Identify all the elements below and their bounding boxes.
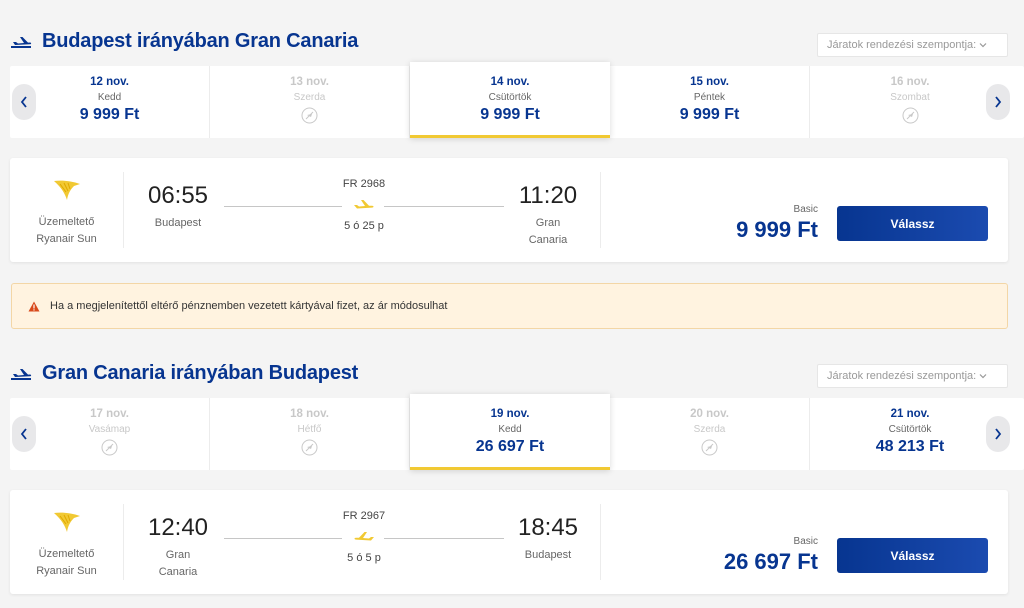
- date-label: 12 nov.: [90, 76, 129, 88]
- arrival-block: 11:20 Gran Canaria: [498, 182, 598, 249]
- select-flight-button[interactable]: Válassz: [837, 206, 988, 241]
- arrival-city: Budapest: [524, 549, 572, 561]
- inbound-flight-card[interactable]: Üzemeltető Ryanair Sun 12:40 Gran Canari…: [10, 490, 1008, 594]
- departure-plane-icon: [11, 36, 32, 48]
- date-cell: 13 nov. Szerda: [210, 66, 410, 138]
- arrival-block: 18:45 Budapest: [498, 514, 598, 564]
- arrival-time: 11:20: [518, 182, 578, 209]
- fare-info: Basic 26 697 Ft: [724, 536, 818, 575]
- select-flight-button[interactable]: Válassz: [837, 538, 988, 573]
- currency-notice: Ha a megjelenítettől eltérő pénznemben v…: [11, 283, 1008, 329]
- date-label: 18 nov.: [290, 408, 329, 420]
- date-label: 15 nov.: [690, 76, 729, 88]
- date-cell-selected[interactable]: 19 nov. Kedd 26 697 Ft: [410, 394, 610, 470]
- date-price: 26 697 Ft: [475, 438, 545, 455]
- departure-plane-icon: [11, 368, 32, 380]
- ryanair-harp-logo-icon: [53, 512, 80, 532]
- flight-duration: 5 ó 5 p: [347, 552, 381, 564]
- next-dates-button[interactable]: [986, 416, 1010, 452]
- arrival-time: 18:45: [517, 514, 579, 541]
- weekday-label: Szerda: [293, 92, 326, 103]
- next-dates-button[interactable]: [986, 84, 1010, 120]
- departure-block: 06:55 Budapest: [128, 182, 228, 232]
- weekday-label: Szombat: [890, 92, 930, 103]
- date-cell: 17 nov. Vasámap: [10, 398, 210, 470]
- date-price: 48 213 Ft: [875, 438, 945, 455]
- ryanair-harp-logo-icon: [53, 180, 80, 200]
- no-flight-icon: [701, 439, 718, 456]
- notice-text: Ha a megjelenítettől eltérő pénznemben v…: [50, 300, 448, 312]
- inbound-section-title: Gran Canaria irányában Budapest: [10, 362, 358, 385]
- flight-route: FR 2967 5 ó 5 p: [224, 510, 504, 564]
- sort-select-label: Járatok rendezési szempontja:: [827, 370, 977, 382]
- date-label: 19 nov.: [490, 408, 530, 420]
- date-label: 21 nov.: [890, 408, 930, 420]
- plane-icon: [354, 200, 374, 209]
- weekday-label: Vasámap: [88, 424, 131, 435]
- date-cell[interactable]: 15 nov. Péntek 9 999 Ft: [610, 66, 810, 138]
- warning-icon: [28, 301, 40, 311]
- date-cell: 18 nov. Hétfő: [210, 398, 410, 470]
- weekday-label: Csütörtök: [888, 424, 932, 435]
- date-label: 17 nov.: [90, 408, 129, 420]
- operator-info: Üzemeltető Ryanair Sun: [10, 172, 124, 248]
- weekday-label: Szerda: [693, 424, 726, 435]
- date-cell[interactable]: 21 nov. Csütörtök 48 213 Ft: [810, 398, 1010, 470]
- outbound-date-strip: 12 nov. Kedd 9 999 Ft 13 nov. Szerda 14 …: [10, 62, 1024, 138]
- date-cell: 16 nov. Szombat: [810, 66, 1010, 138]
- date-label: 20 nov.: [690, 408, 729, 420]
- no-flight-icon: [301, 439, 318, 456]
- no-flight-icon: [902, 107, 918, 124]
- plane-icon: [354, 532, 374, 541]
- outbound-title: Budapest irányában Gran Canaria: [42, 30, 359, 52]
- date-cell-selected[interactable]: 14 nov. Csütörtök 9 999 Ft: [410, 62, 610, 138]
- flight-route: FR 2968 5 ó 25 p: [224, 178, 504, 232]
- no-flight-icon: [301, 107, 318, 124]
- departure-city: Gran Canaria: [158, 549, 198, 578]
- date-label: 16 nov.: [890, 76, 930, 88]
- no-flight-icon: [101, 439, 118, 456]
- outbound-sort-select[interactable]: Járatok rendezési szempontja:: [817, 33, 1008, 57]
- flight-number: FR 2967: [342, 510, 386, 522]
- weekday-label: Péntek: [693, 92, 726, 103]
- chevron-down-icon: [979, 374, 987, 379]
- weekday-label: Kedd: [498, 424, 522, 435]
- date-cell: 20 nov. Szerda: [610, 398, 810, 470]
- outbound-section-title: Budapest irányában Gran Canaria: [10, 30, 358, 53]
- inbound-date-strip: 17 nov. Vasámap 18 nov. Hétfő 19 nov. Ke…: [10, 394, 1024, 470]
- flight-duration: 5 ó 25 p: [344, 220, 384, 232]
- date-price: 9 999 Ft: [480, 106, 540, 123]
- fare-info: Basic 9 999 Ft: [736, 204, 818, 243]
- date-label: 13 nov.: [290, 76, 329, 88]
- flight-number: FR 2968: [342, 178, 386, 190]
- inbound-title: Gran Canaria irányában Budapest: [42, 362, 359, 384]
- operator-info: Üzemeltető Ryanair Sun: [10, 504, 124, 580]
- sort-select-label: Járatok rendezési szempontja:: [827, 39, 977, 51]
- weekday-label: Kedd: [97, 92, 122, 103]
- fare-price: 9 999 Ft: [736, 217, 818, 242]
- date-cell[interactable]: 12 nov. Kedd 9 999 Ft: [10, 66, 210, 138]
- fare-price: 26 697 Ft: [723, 549, 818, 574]
- weekday-label: Hétfő: [297, 424, 322, 435]
- date-label: 14 nov.: [490, 76, 530, 88]
- departure-block: 12:40 Gran Canaria: [128, 514, 228, 581]
- departure-time: 06:55: [147, 182, 209, 209]
- operator-label: Üzemeltető: [38, 216, 95, 228]
- outbound-flight-card[interactable]: Üzemeltető Ryanair Sun 06:55 Budapest FR…: [10, 158, 1008, 262]
- operator-label: Üzemeltető: [38, 548, 95, 560]
- date-price: 9 999 Ft: [79, 106, 140, 123]
- fare-type: Basic: [793, 536, 818, 547]
- fare-type: Basic: [793, 204, 818, 215]
- operator-name: Ryanair Sun: [36, 565, 97, 577]
- date-price: 9 999 Ft: [679, 106, 740, 123]
- departure-time: 12:40: [147, 514, 209, 541]
- chevron-right-icon: [995, 428, 1002, 440]
- operator-name: Ryanair Sun: [36, 233, 97, 245]
- arrival-city: Gran Canaria: [528, 217, 568, 246]
- departure-city: Budapest: [154, 217, 202, 229]
- chevron-down-icon: [979, 43, 987, 48]
- chevron-right-icon: [995, 96, 1002, 108]
- weekday-label: Csütörtök: [488, 92, 532, 103]
- inbound-sort-select[interactable]: Járatok rendezési szempontja:: [817, 364, 1008, 388]
